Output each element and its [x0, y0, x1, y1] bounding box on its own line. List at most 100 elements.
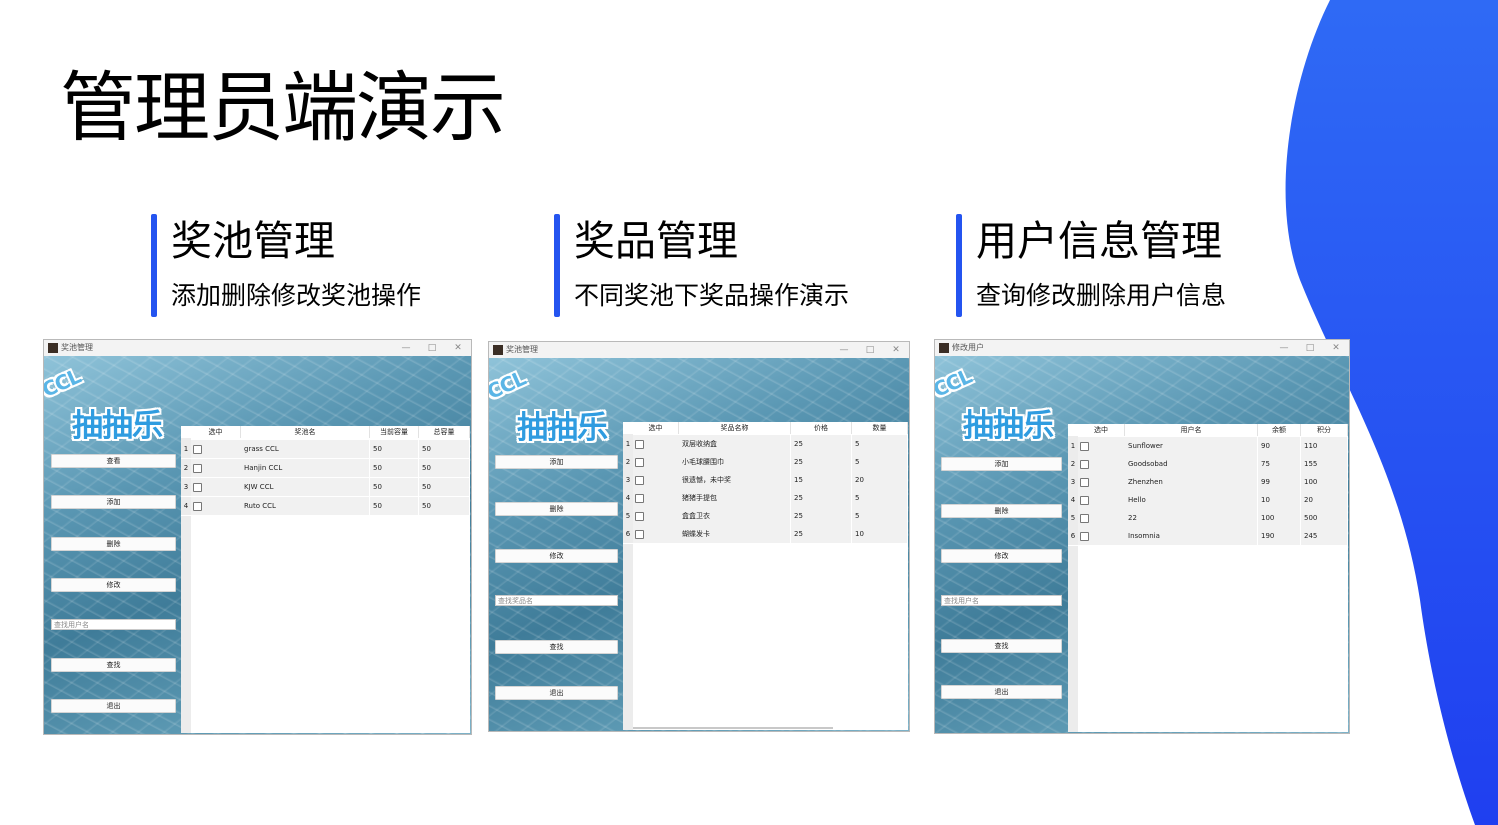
table-row[interactable]: 2 Goodsobad 75 155: [1068, 455, 1348, 474]
prize-name-cell: 很遗憾，未中奖: [679, 471, 791, 489]
table-row[interactable]: 1 双层收纳盒 25 5: [623, 435, 908, 454]
row-checkbox[interactable]: [635, 440, 644, 449]
minimize-icon[interactable]: —: [837, 343, 851, 357]
pool-name-cell: Ruto CCL: [241, 497, 370, 515]
column-header[interactable]: 用户名: [1125, 424, 1258, 436]
balance-cell: 190: [1258, 527, 1301, 545]
prize-table: 选中 奖品名称 价格 数量 1 双层收纳盒 25 5 2 小毛球腰围巾 25 5…: [623, 422, 908, 730]
delete-button[interactable]: 删除: [495, 502, 618, 516]
table-row[interactable]: 1 grass CCL 50 50: [181, 440, 470, 459]
username-cell: Goodsobad: [1125, 455, 1258, 473]
table-row[interactable]: 3 Zhenzhen 99 100: [1068, 473, 1348, 492]
row-checkbox[interactable]: [1080, 460, 1089, 469]
row-checkbox[interactable]: [193, 502, 202, 511]
row-checkbox[interactable]: [635, 494, 644, 503]
column-header[interactable]: 价格: [791, 422, 852, 434]
table-row[interactable]: 1 Sunflower 90 110: [1068, 437, 1348, 456]
price-cell: 25: [791, 525, 852, 543]
row-checkbox[interactable]: [1080, 478, 1089, 487]
row-checkbox[interactable]: [1080, 532, 1089, 541]
close-icon[interactable]: ✕: [451, 341, 465, 355]
balance-cell: 90: [1258, 437, 1301, 455]
window-titlebar: 修改用户 — □ ✕: [935, 340, 1349, 356]
table-row[interactable]: 6 蝴蝶发卡 25 10: [623, 525, 908, 544]
table-row[interactable]: 4 Ruto CCL 50 50: [181, 497, 470, 516]
add-button[interactable]: 添加: [51, 495, 176, 509]
row-checkbox[interactable]: [1080, 442, 1089, 451]
column-header[interactable]: 积分: [1301, 424, 1348, 436]
row-checkbox[interactable]: [635, 512, 644, 521]
edit-button[interactable]: 修改: [941, 549, 1062, 563]
section-heading: 奖池管理: [171, 217, 335, 265]
view-button[interactable]: 查看: [51, 454, 176, 468]
find-button[interactable]: 查找: [51, 658, 176, 672]
delete-button[interactable]: 删除: [941, 504, 1062, 518]
column-header[interactable]: 当前容量: [370, 426, 419, 438]
row-checkbox[interactable]: [193, 464, 202, 473]
exit-button[interactable]: 退出: [495, 686, 618, 700]
table-row[interactable]: 6 Insomnia 190 245: [1068, 527, 1348, 546]
row-number: 4: [181, 497, 191, 515]
delete-button[interactable]: 删除: [51, 537, 176, 551]
column-header[interactable]: 奖品名称: [679, 422, 791, 434]
maximize-icon[interactable]: □: [863, 343, 877, 357]
find-button[interactable]: 查找: [495, 640, 618, 654]
horizontal-scrollbar[interactable]: [633, 727, 833, 729]
quantity-cell: 20: [852, 471, 908, 489]
row-checkbox[interactable]: [635, 530, 644, 539]
balance-cell: 10: [1258, 491, 1301, 509]
total-capacity-cell: 50: [419, 478, 470, 496]
row-checkbox[interactable]: [1080, 496, 1089, 505]
maximize-icon[interactable]: □: [1303, 341, 1317, 355]
row-checkbox[interactable]: [193, 483, 202, 492]
row-checkbox[interactable]: [635, 476, 644, 485]
minimize-icon[interactable]: —: [1277, 341, 1291, 355]
username-cell: 22: [1125, 509, 1258, 527]
table-row[interactable]: 5 盒盒卫衣 25 5: [623, 507, 908, 526]
user-management-window: 修改用户 — □ ✕ CCL 抽抽乐 添加 删除 修改 查找用户名 查找 退出 …: [934, 339, 1350, 734]
exit-button[interactable]: 退出: [941, 685, 1062, 699]
exit-button[interactable]: 退出: [51, 699, 176, 713]
edit-button[interactable]: 修改: [495, 549, 618, 563]
row-checkbox[interactable]: [635, 458, 644, 467]
table-row[interactable]: 5 22 100 500: [1068, 509, 1348, 528]
section-user-management: 用户信息管理 查询修改删除用户信息: [956, 214, 1296, 317]
quantity-cell: 5: [852, 435, 908, 453]
column-header[interactable]: 选中: [191, 426, 241, 438]
app-logo: CCL 抽抽乐: [44, 364, 188, 444]
section-accent-bar: [151, 214, 157, 317]
close-icon[interactable]: ✕: [1329, 341, 1343, 355]
column-header[interactable]: 选中: [633, 422, 679, 434]
prize-name-cell: 双层收纳盒: [679, 435, 791, 453]
section-accent-bar: [956, 214, 962, 317]
search-input[interactable]: 查找奖品名: [495, 595, 618, 606]
search-input[interactable]: 查找用户名: [51, 619, 176, 630]
column-header[interactable]: 奖池名: [241, 426, 370, 438]
add-button[interactable]: 添加: [941, 457, 1062, 471]
table-row[interactable]: 4 Hello 10 20: [1068, 491, 1348, 510]
total-capacity-cell: 50: [419, 497, 470, 515]
search-input[interactable]: 查找用户名: [941, 595, 1062, 606]
table-row[interactable]: 3 KJW CCL 50 50: [181, 478, 470, 497]
row-number: 6: [1068, 527, 1078, 545]
row-checkbox[interactable]: [193, 445, 202, 454]
add-button[interactable]: 添加: [495, 455, 618, 469]
logo-ccl-text: CCL: [43, 364, 84, 402]
price-cell: 15: [791, 471, 852, 489]
column-header[interactable]: 数量: [852, 422, 908, 434]
maximize-icon[interactable]: □: [425, 341, 439, 355]
row-checkbox[interactable]: [1080, 514, 1089, 523]
table-row[interactable]: 2 Hanjin CCL 50 50: [181, 459, 470, 478]
row-number: 5: [623, 507, 633, 525]
column-header[interactable]: 选中: [1078, 424, 1125, 436]
table-row[interactable]: 3 很遗憾，未中奖 15 20: [623, 471, 908, 490]
column-header[interactable]: 总容量: [419, 426, 470, 438]
minimize-icon[interactable]: —: [399, 341, 413, 355]
edit-button[interactable]: 修改: [51, 578, 176, 592]
find-button[interactable]: 查找: [941, 639, 1062, 653]
table-header: 选中 奖池名 当前容量 总容量: [181, 426, 470, 438]
close-icon[interactable]: ✕: [889, 343, 903, 357]
table-row[interactable]: 2 小毛球腰围巾 25 5: [623, 453, 908, 472]
table-row[interactable]: 4 猪猪手提包 25 5: [623, 489, 908, 508]
column-header[interactable]: 余额: [1258, 424, 1301, 436]
